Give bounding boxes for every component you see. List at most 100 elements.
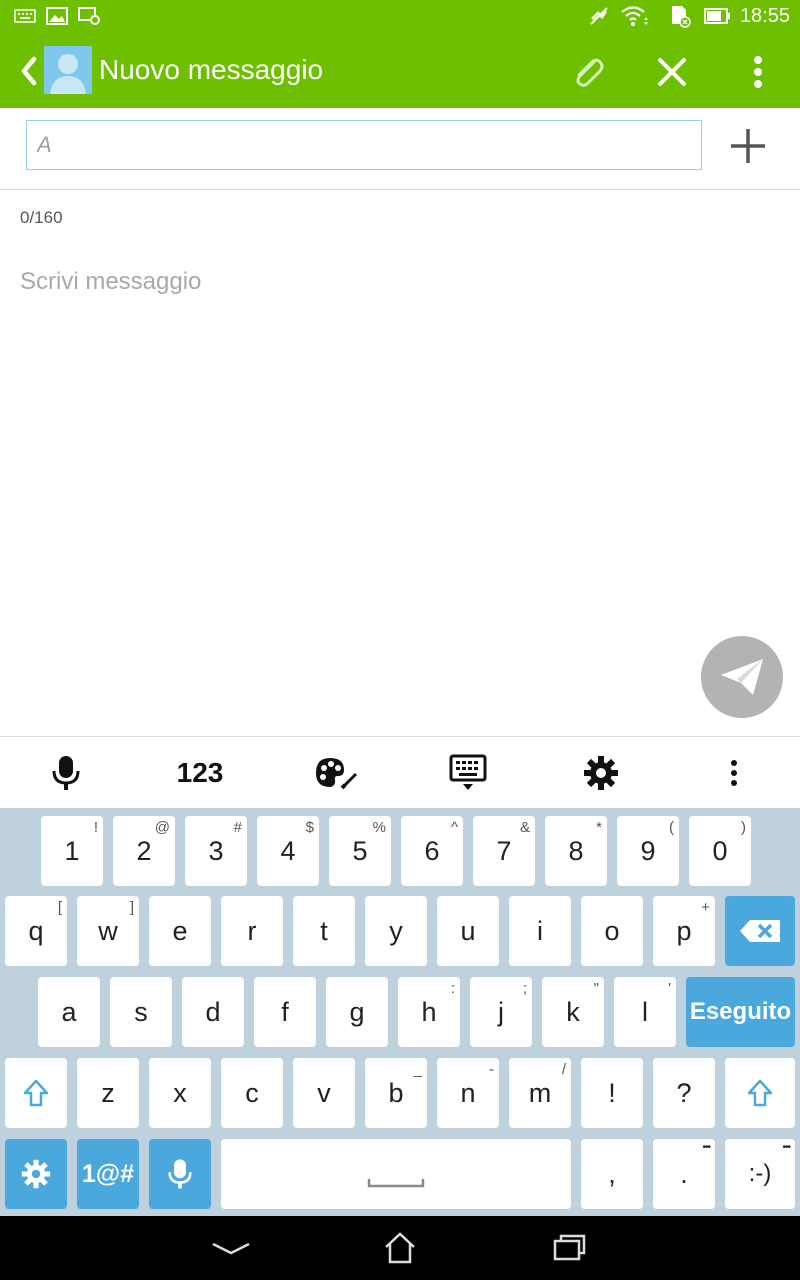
keyboard-toolbar: 123 [0, 736, 800, 808]
key-6[interactable]: u [437, 896, 499, 966]
key-0[interactable]: q[ [5, 896, 67, 966]
palette-icon [314, 756, 358, 790]
shift-key-right[interactable] [725, 1058, 795, 1128]
smiley-key[interactable]: :-) ••• [725, 1139, 795, 1209]
key-9[interactable]: 0) [689, 816, 751, 886]
navigation-bar [0, 1216, 800, 1280]
key-label: w [98, 915, 118, 946]
key-0[interactable]: a [38, 977, 100, 1047]
key-label: f [281, 996, 289, 1027]
more-vert-icon [753, 55, 763, 89]
character-counter: 0/160 [20, 208, 63, 227]
contact-avatar-icon[interactable] [44, 46, 92, 94]
key-6[interactable]: j; [470, 977, 532, 1047]
key-7[interactable]: ! [581, 1058, 643, 1128]
numbers-toggle-button[interactable]: 123 [170, 751, 230, 795]
symbols-key[interactable]: 1@# [77, 1139, 139, 1209]
key-9[interactable]: p + [653, 896, 715, 966]
shift-key-left[interactable] [5, 1058, 67, 1128]
key-2[interactable]: 3 # [185, 816, 247, 886]
key-0[interactable]: z [77, 1058, 139, 1128]
key-3[interactable]: f [254, 977, 316, 1047]
keyboard-icon [449, 754, 487, 792]
key-hint: ] [129, 899, 134, 916]
key-2[interactable]: d [182, 977, 244, 1047]
key-5[interactable]: 6 ^ [401, 816, 463, 886]
recipient-input[interactable] [26, 120, 702, 170]
key-2[interactable]: c [221, 1058, 283, 1128]
screen-settings-icon [78, 6, 100, 26]
page-title: Nuovo messaggio [99, 54, 324, 85]
key-3[interactable]: v [293, 1058, 355, 1128]
key-0[interactable]: 1! [41, 816, 103, 886]
key-label: b [388, 1077, 404, 1108]
key-8[interactable]: ? [653, 1058, 715, 1128]
back-icon[interactable] [14, 52, 44, 90]
back-nav-button[interactable] [206, 1228, 256, 1268]
send-button[interactable] [701, 636, 783, 718]
key-4[interactable]: 5% [329, 816, 391, 886]
key-6[interactable]: 7 & [473, 816, 535, 886]
key-label: 1 [64, 835, 80, 866]
home-icon [383, 1231, 417, 1265]
key-8[interactable]: o [581, 896, 643, 966]
key-4[interactable]: t [293, 896, 355, 966]
message-input[interactable] [20, 262, 680, 302]
key-hint: - [489, 1061, 494, 1078]
theme-button[interactable] [306, 751, 366, 795]
key-label: 4 [280, 835, 296, 866]
add-recipient-button[interactable] [726, 126, 770, 166]
gear-icon [583, 755, 619, 791]
key-1[interactable]: w] [77, 896, 139, 966]
status-bar: 18:55 [0, 0, 800, 34]
key-5[interactable]: y [365, 896, 427, 966]
key-7[interactable]: i [509, 896, 571, 966]
keyboard-more-button[interactable] [704, 751, 764, 795]
key-label: p [676, 915, 692, 946]
keyboard-settings-key[interactable] [5, 1139, 67, 1209]
key-4[interactable]: b _ [365, 1058, 427, 1128]
period-key-hint: ••• [702, 1142, 710, 1153]
key-1[interactable]: x [149, 1058, 211, 1128]
period-key-label: . [680, 1158, 688, 1189]
key-2[interactable]: e [149, 896, 211, 966]
key-5[interactable]: h: [398, 977, 460, 1047]
overflow-menu-button[interactable] [736, 50, 780, 94]
key-hint: " [593, 980, 599, 997]
home-nav-button[interactable] [375, 1228, 425, 1268]
comma-key[interactable]: , [581, 1139, 643, 1209]
key-4[interactable]: g [326, 977, 388, 1047]
key-hint: [ [57, 899, 62, 916]
attach-button[interactable] [566, 50, 610, 94]
key-7[interactable]: k " [542, 977, 604, 1047]
period-key[interactable]: . ••• [653, 1139, 715, 1209]
key-3[interactable]: 4 $ [257, 816, 319, 886]
plus-icon [729, 127, 767, 165]
recents-nav-button[interactable] [545, 1228, 595, 1268]
key-8[interactable]: l ' [614, 977, 676, 1047]
discard-button[interactable] [650, 50, 694, 94]
key-hint: ) [741, 819, 746, 836]
key-7[interactable]: 8 * [545, 816, 607, 886]
key-label: j [498, 996, 504, 1027]
key-hint: ^ [450, 819, 458, 836]
mute-icon [588, 6, 610, 26]
microphone-icon [168, 1157, 192, 1191]
key-label: h [421, 996, 437, 1027]
sd-card-icon [668, 6, 692, 28]
key-5[interactable]: n- [437, 1058, 499, 1128]
backspace-key[interactable] [725, 896, 795, 966]
key-3[interactable]: r [221, 896, 283, 966]
key-label: x [173, 1077, 187, 1108]
key-1[interactable]: 2 @ [113, 816, 175, 886]
key-6[interactable]: m / [509, 1058, 571, 1128]
keyboard-hide-button[interactable] [438, 751, 498, 795]
key-8[interactable]: 9( [617, 816, 679, 886]
key-label: 2 [136, 835, 152, 866]
keyboard-settings-button[interactable] [571, 751, 631, 795]
voice-input-button[interactable] [36, 751, 96, 795]
done-key[interactable]: Eseguito [686, 977, 795, 1047]
key-1[interactable]: s [110, 977, 172, 1047]
voice-key[interactable] [149, 1139, 211, 1209]
space-key[interactable] [221, 1139, 571, 1209]
